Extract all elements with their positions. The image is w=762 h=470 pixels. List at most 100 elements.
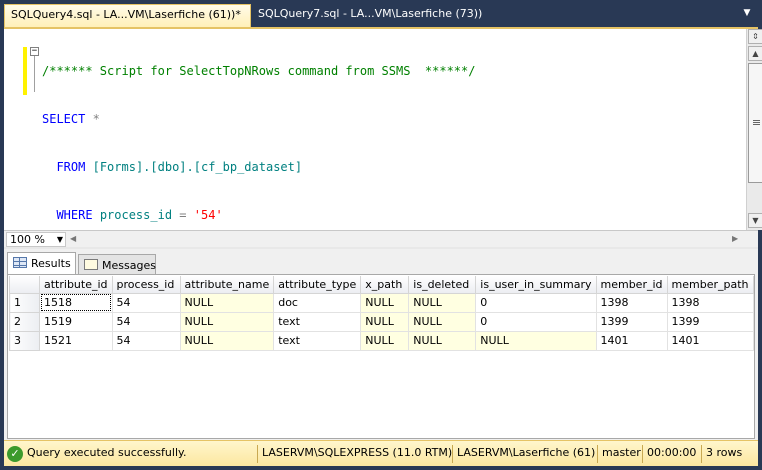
grid-cell[interactable]: 1398 xyxy=(595,292,668,313)
grid-cell[interactable]: 1399 xyxy=(666,311,754,332)
sql-code[interactable]: /****** Script for SelectTopNRows comman… xyxy=(42,31,475,255)
table-row[interactable]: 2 1519 54 NULL text NULL NULL 0 1399 139… xyxy=(9,311,754,332)
status-divider xyxy=(452,445,453,463)
document-tab-strip: SQLQuery4.sql - LA...VM\Laserfiche (61))… xyxy=(0,0,762,27)
grid-cell[interactable]: 1401 xyxy=(595,330,668,351)
scroll-grip-icon xyxy=(753,120,760,121)
row-number[interactable]: 1 xyxy=(9,292,40,313)
messages-icon xyxy=(84,259,98,270)
status-divider xyxy=(701,445,702,463)
grid-cell[interactable]: 1399 xyxy=(595,311,668,332)
grid-cell[interactable]: text xyxy=(273,311,362,332)
table-row[interactable]: 3 1521 54 NULL text NULL NULL NULL 1401 … xyxy=(9,330,754,351)
grid-cell[interactable]: 54 xyxy=(111,292,181,313)
split-handle-icon[interactable]: ⇕ xyxy=(748,29,762,44)
grid-cell[interactable]: 1518 xyxy=(39,292,113,313)
keyword-from: FROM xyxy=(56,160,86,174)
query-status-bar: ✓ Query executed successfully. LASERVM\S… xyxy=(4,440,758,466)
tab-sqlquery4[interactable]: SQLQuery4.sql - LA...VM\Laserfiche (61))… xyxy=(4,4,251,27)
row-number[interactable]: 3 xyxy=(9,330,40,351)
scroll-thumb[interactable] xyxy=(748,63,762,183)
status-server: LASERVM\SQLEXPRESS (11.0 RTM) xyxy=(262,446,453,459)
editor-vertical-scrollbar[interactable]: ⇕ ▲ ▼ xyxy=(746,29,762,230)
chevron-down-icon: ▼ xyxy=(56,235,63,244)
grid-cell[interactable]: NULL xyxy=(408,330,477,351)
status-divider xyxy=(597,445,598,463)
grid-icon xyxy=(13,257,27,268)
table-row[interactable]: 1 1518 54 NULL doc NULL NULL 0 1398 1398 xyxy=(9,292,754,313)
grid-cell[interactable]: NULL xyxy=(360,330,410,351)
scroll-left-icon[interactable]: ◀ xyxy=(70,234,76,243)
code-line-1: /****** Script for SelectTopNRows comman… xyxy=(42,63,475,79)
grid-cell[interactable]: NULL xyxy=(408,292,477,313)
grid-cell[interactable]: NULL xyxy=(408,311,477,332)
column-header[interactable]: x_path xyxy=(360,276,410,294)
collapse-outline-icon[interactable]: − xyxy=(30,47,39,56)
status-login: LASERVM\Laserfiche (61) xyxy=(457,446,596,459)
column-header[interactable]: attribute_name xyxy=(179,276,275,294)
grid-cell[interactable]: 1519 xyxy=(39,311,113,332)
grid-cell[interactable]: NULL xyxy=(475,330,597,351)
status-elapsed: 00:00:00 xyxy=(647,446,697,459)
tab-list-dropdown-icon[interactable]: ▼ xyxy=(740,6,754,20)
grid-cell[interactable]: 0 xyxy=(475,292,597,313)
code-line-2: SELECT * xyxy=(42,111,475,127)
tab-results-label: Results xyxy=(31,257,71,270)
grid-cell[interactable]: 0 xyxy=(475,311,597,332)
status-message: Query executed successfully. xyxy=(27,446,187,459)
tab-sqlquery7[interactable]: SQLQuery7.sql - LA...VM\Laserfiche (73)) xyxy=(252,4,502,27)
outline-guide xyxy=(34,56,35,92)
grid-cell[interactable]: 54 xyxy=(111,330,181,351)
status-database: master xyxy=(602,446,641,459)
where-operator: = xyxy=(179,208,187,222)
row-number[interactable]: 2 xyxy=(9,311,40,332)
tab-messages[interactable]: Messages xyxy=(78,254,156,274)
column-header[interactable]: is_deleted xyxy=(408,276,477,294)
scroll-down-icon[interactable]: ▼ xyxy=(748,213,762,228)
grid-corner[interactable] xyxy=(9,276,40,294)
grid-cell[interactable]: NULL xyxy=(179,292,275,313)
column-header[interactable]: process_id xyxy=(111,276,181,294)
header-row: attribute_id process_id attribute_name a… xyxy=(9,276,754,294)
from-object: [Forms].[dbo].[cf_bp_dataset] xyxy=(92,160,303,174)
grid-cell[interactable]: NULL xyxy=(360,311,410,332)
column-header[interactable]: is_user_in_summary xyxy=(475,276,597,294)
code-comment: /****** Script for SelectTopNRows comman… xyxy=(42,64,476,78)
grid-cell[interactable]: 1521 xyxy=(39,330,113,351)
scroll-up-icon[interactable]: ▲ xyxy=(748,46,762,61)
results-grid[interactable]: attribute_id process_id attribute_name a… xyxy=(7,274,755,439)
query-editor[interactable]: − /****** Script for SelectTopNRows comm… xyxy=(4,27,762,230)
success-check-icon: ✓ xyxy=(7,446,23,462)
zoom-value: 100 % xyxy=(10,233,45,246)
code-line-4: WHERE process_id = '54' xyxy=(42,207,475,223)
grid-cell[interactable]: 1401 xyxy=(666,330,754,351)
where-value: '54' xyxy=(193,208,223,222)
grid-cell[interactable]: NULL xyxy=(179,330,275,351)
status-row-count: 3 rows xyxy=(706,446,743,459)
where-column: process_id xyxy=(99,208,173,222)
grid-cell[interactable]: doc xyxy=(273,292,362,313)
column-header[interactable]: member_path xyxy=(666,276,754,294)
grid-cell[interactable]: NULL xyxy=(179,311,275,332)
tab-results[interactable]: Results xyxy=(7,252,76,274)
status-divider xyxy=(642,445,643,463)
grid-cell[interactable]: text xyxy=(273,330,362,351)
keyword-where: WHERE xyxy=(56,208,93,222)
select-star: * xyxy=(85,112,100,126)
column-header[interactable]: attribute_id xyxy=(39,276,113,294)
column-header[interactable]: attribute_type xyxy=(273,276,362,294)
zoom-bar: 100 % ▼ ◀ ▶ xyxy=(4,230,758,247)
grid-cell[interactable]: NULL xyxy=(360,292,410,313)
code-line-3: FROM [Forms].[dbo].[cf_bp_dataset] xyxy=(42,159,475,175)
grid-cell[interactable]: 1398 xyxy=(666,292,754,313)
grid-cell[interactable]: 54 xyxy=(111,311,181,332)
tab-messages-label: Messages xyxy=(102,259,156,272)
status-divider xyxy=(257,445,258,463)
keyword-select: SELECT xyxy=(42,112,86,126)
column-header[interactable]: member_id xyxy=(595,276,668,294)
scroll-right-icon[interactable]: ▶ xyxy=(732,234,738,243)
results-table: attribute_id process_id attribute_name a… xyxy=(9,276,754,351)
results-pane: Results Messages attribute_id process_id… xyxy=(4,247,758,440)
zoom-dropdown[interactable]: 100 % ▼ xyxy=(6,232,66,247)
changed-lines-marker xyxy=(23,47,27,95)
